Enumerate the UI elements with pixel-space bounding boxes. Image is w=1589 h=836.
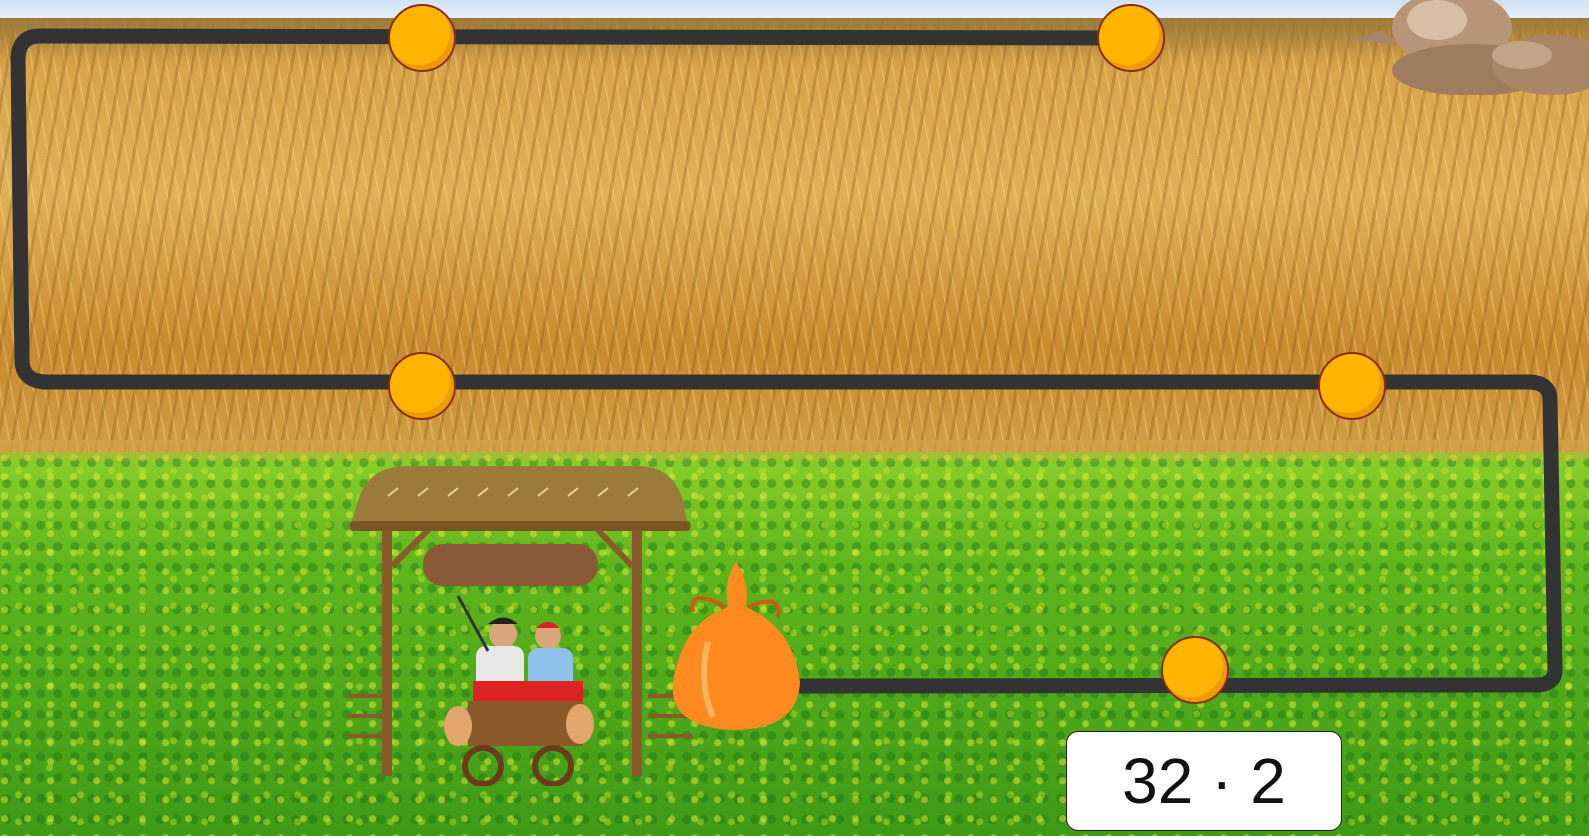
path-stone[interactable]: [1097, 4, 1165, 72]
ox-cart-gate-icon: [348, 466, 693, 786]
path-stone[interactable]: [1318, 352, 1386, 420]
problem-text: 32 · 2: [1122, 745, 1286, 817]
game-scene: 32 · 2: [0, 0, 1589, 836]
grain-sacks-icon: [1352, 0, 1589, 95]
orange-sack-icon: [672, 562, 800, 730]
path-stone[interactable]: [388, 4, 456, 72]
problem-box: 32 · 2: [1066, 731, 1342, 831]
path-stone[interactable]: [388, 352, 456, 420]
path-stone[interactable]: [1161, 636, 1229, 704]
